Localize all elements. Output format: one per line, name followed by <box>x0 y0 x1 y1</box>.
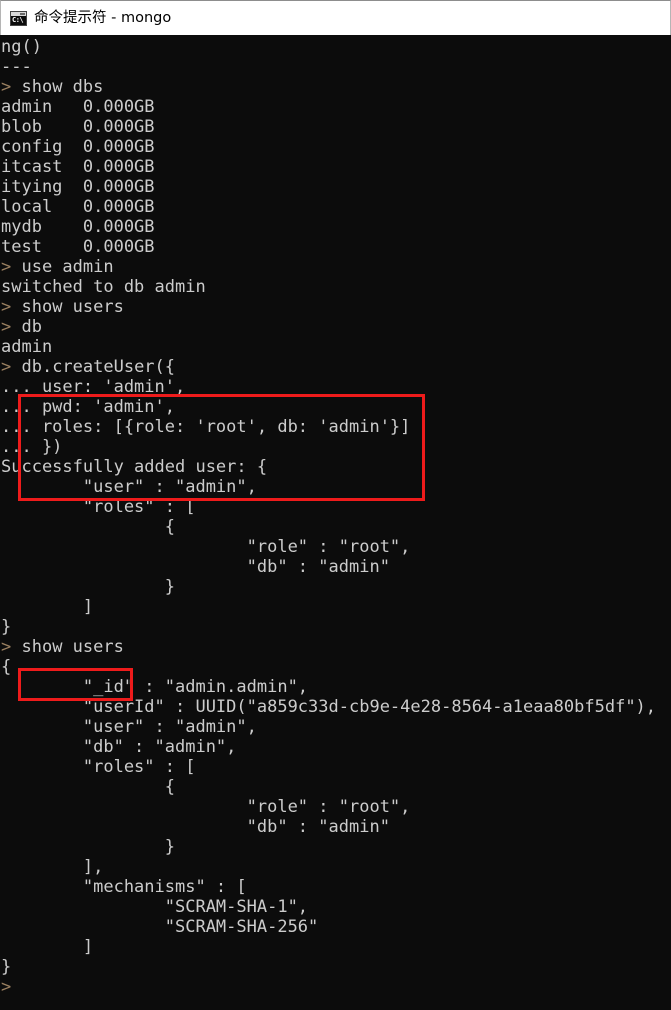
terminal-line: --- <box>1 57 32 77</box>
terminal-line: "roles" : [ <box>1 497 196 517</box>
terminal-line: } <box>1 577 175 597</box>
prompt-caret: > <box>1 637 12 657</box>
prompt-caret: > <box>1 317 12 337</box>
terminal-line: ... roles: [{role: 'root', db: 'admin'}] <box>1 417 411 437</box>
terminal-text: ng() --- > show dbs admin 0.000GB blob 0.000… <box>0 37 671 997</box>
terminal-line: > db <box>1 317 42 337</box>
terminal-line: "mechanisms" : [ <box>1 877 247 897</box>
terminal-line: { <box>1 777 175 797</box>
terminal-line: ], <box>1 857 104 877</box>
terminal-line: "userId" : UUID("a859c33d-cb9e-4e28-8564… <box>1 697 657 717</box>
terminal-line: blob 0.000GB <box>1 117 155 137</box>
window-titlebar[interactable]: C:\ 命令提示符 - mongo <box>0 0 671 35</box>
terminal-line: "roles" : [ <box>1 757 196 777</box>
terminal-line: "role" : "root", <box>1 537 411 557</box>
terminal-line: > show users <box>1 637 124 657</box>
terminal-line: itcast 0.000GB <box>1 157 155 177</box>
prompt-caret: > <box>1 257 12 277</box>
terminal-line: admin <box>1 337 53 357</box>
terminal-line: } <box>1 617 12 637</box>
terminal-line: ... }) <box>1 437 63 457</box>
terminal-line: > show dbs <box>1 77 104 97</box>
terminal-line: ... user: 'admin', <box>1 377 186 397</box>
terminal-line: mydb 0.000GB <box>1 217 155 237</box>
terminal-line: "user" : "admin", <box>1 717 257 737</box>
terminal-line: { <box>1 657 12 677</box>
cmd-icon[interactable]: C:\ <box>10 10 27 26</box>
terminal-line: { <box>1 517 175 537</box>
terminal-line: > db.createUser({ <box>1 357 176 377</box>
terminal-line: > use admin <box>1 257 114 277</box>
terminal-line: "db" : "admin" <box>1 557 390 577</box>
command-prompt-window: C:\ 命令提示符 - mongo ng() --- > show dbs admin… <box>0 0 671 1010</box>
prompt-caret: > <box>1 357 12 377</box>
cmd-icon-label: C:\ <box>12 15 24 24</box>
terminal-line: local 0.000GB <box>1 197 155 217</box>
prompt-caret: > <box>1 77 12 97</box>
terminal-line: "role" : "root", <box>1 797 411 817</box>
terminal-line: ] <box>1 597 94 617</box>
terminal-line: Successfully added user: { <box>1 457 268 477</box>
terminal-line: itying 0.000GB <box>1 177 155 197</box>
terminal-line: "user" : "admin", <box>1 477 257 497</box>
terminal-line: "SCRAM-SHA-1", <box>1 897 309 917</box>
terminal-line: config 0.000GB <box>1 137 155 157</box>
terminal-line: switched to db admin <box>1 277 206 297</box>
prompt-caret: > <box>1 977 12 997</box>
terminal-line: ... pwd: 'admin', <box>1 397 175 417</box>
terminal-output-area[interactable]: ng() --- > show dbs admin 0.000GB blob 0.000… <box>0 35 671 1010</box>
window-title: 命令提示符 - mongo <box>34 9 172 26</box>
terminal-line: admin 0.000GB <box>1 97 155 117</box>
terminal-line: "SCRAM-SHA-256" <box>1 917 319 937</box>
prompt-caret: > <box>1 297 12 317</box>
terminal-line: ng() <box>1 37 42 57</box>
terminal-line: } <box>1 837 175 857</box>
terminal-line: "db" : "admin", <box>1 737 237 757</box>
terminal-line: } <box>1 957 12 977</box>
terminal-line: > <box>1 977 671 997</box>
terminal-line: test 0.000GB <box>1 237 155 257</box>
terminal-line: "_id" : "admin.admin", <box>1 677 309 697</box>
terminal-line: > show users <box>1 297 124 317</box>
terminal-line: "db" : "admin" <box>1 817 390 837</box>
terminal-line: ] <box>1 937 94 957</box>
